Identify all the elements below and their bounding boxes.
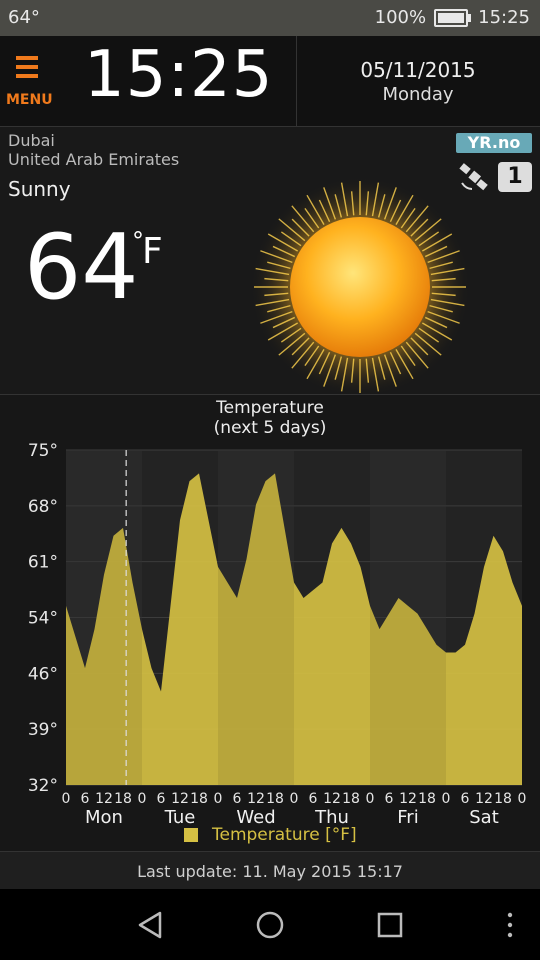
- recents-icon[interactable]: [370, 905, 410, 945]
- x-hour-label: 12: [171, 791, 189, 807]
- current-weekday: Monday: [382, 84, 454, 105]
- chart-subtitle: (next 5 days): [213, 418, 327, 438]
- country-name: United Arab Emirates: [8, 150, 180, 169]
- x-hour-label: 18: [190, 791, 208, 807]
- status-bar: 64° 100% 15:25: [0, 0, 540, 36]
- y-tick-label: 32°: [28, 776, 58, 796]
- battery-fill: [438, 12, 465, 23]
- day-shade: [218, 450, 294, 785]
- x-hour-label: 18: [494, 791, 512, 807]
- day-shade: [370, 450, 446, 785]
- menu-button[interactable]: MENU: [0, 36, 58, 126]
- x-hour-label: 0: [442, 791, 451, 807]
- x-hour-label: 6: [81, 791, 90, 807]
- digital-clock: 15:25: [84, 38, 274, 112]
- x-hour-label: 12: [323, 791, 341, 807]
- x-hour-label: 6: [461, 791, 470, 807]
- status-right-group: 100% 15:25: [375, 7, 530, 28]
- weather-condition: Sunny: [8, 177, 71, 201]
- y-tick-label: 54°: [28, 609, 58, 629]
- back-icon[interactable]: [130, 905, 170, 945]
- legend-label: Temperature [°F]: [212, 825, 357, 845]
- battery-percent: 100%: [374, 7, 427, 28]
- last-update-text: Last update: 11. May 2015 15:17: [137, 862, 403, 881]
- satellite-icon: [459, 163, 488, 191]
- x-hour-label: 12: [95, 791, 113, 807]
- system-navigation-bar: [0, 889, 540, 960]
- y-tick-label: 46°: [28, 664, 58, 684]
- yr-provider-logo[interactable]: YR.no: [456, 133, 532, 153]
- x-hour-label: 18: [342, 791, 360, 807]
- day-label: Fri: [397, 807, 418, 828]
- current-temperature: 64: [24, 215, 139, 320]
- x-hour-label: 0: [138, 791, 147, 807]
- x-hour-label: 6: [233, 791, 242, 807]
- x-hour-label: 18: [114, 791, 132, 807]
- y-tick-label: 68°: [28, 497, 58, 517]
- x-hour-label: 0: [366, 791, 375, 807]
- sun-icon: [250, 177, 470, 397]
- hamburger-icon: [16, 56, 38, 83]
- x-hour-label: 12: [399, 791, 417, 807]
- current-conditions-panel[interactable]: Dubai United Arab Emirates Sunny 64 ° F …: [0, 127, 540, 397]
- temperature-chart-panel[interactable]: 75° 68° 61° 54° 46° 39° 32° 0 6 12 18 0 6 12 18 0 6 12 18 0…: [0, 395, 540, 851]
- chart-title-block: Temperature (next 5 days): [0, 398, 540, 438]
- day-label: Tue: [164, 807, 196, 828]
- x-hour-label: 6: [309, 791, 318, 807]
- top-bar: MENU 15:25 05/11/2015 Monday: [0, 36, 540, 127]
- x-hour-label: 18: [418, 791, 436, 807]
- y-tick-label: 75°: [28, 441, 58, 461]
- x-hour-label: 12: [475, 791, 493, 807]
- last-update-bar: Last update: 11. May 2015 15:17: [0, 851, 540, 890]
- x-hour-label: 0: [214, 791, 223, 807]
- x-hour-label: 12: [247, 791, 265, 807]
- x-hour-label: 0: [518, 791, 527, 807]
- x-hour-label: 6: [385, 791, 394, 807]
- battery-icon: [434, 8, 472, 27]
- x-hour-label: 18: [266, 791, 284, 807]
- y-tick-label: 61°: [28, 553, 58, 573]
- divider: [296, 36, 297, 126]
- legend-swatch: [184, 828, 198, 842]
- current-date: 05/11/2015: [360, 58, 476, 82]
- temperature-unit: F: [142, 231, 163, 272]
- home-icon[interactable]: [250, 905, 290, 945]
- day-label: Mon: [85, 807, 123, 828]
- x-hour-label: 6: [157, 791, 166, 807]
- y-tick-label: 39°: [28, 720, 58, 740]
- x-hour-label: 0: [290, 791, 299, 807]
- status-temperature: 64°: [8, 7, 40, 28]
- status-time: 15:25: [478, 7, 530, 28]
- temperature-chart: 75°68°61°54°46°39°32°0 6 12 18 0 6 12 18 0 6 12 18 0…: [28, 441, 527, 828]
- city-name: Dubai: [8, 131, 55, 150]
- chart-title: Temperature: [216, 398, 324, 418]
- day-shade: [66, 450, 142, 785]
- more-icon[interactable]: [494, 905, 534, 945]
- menu-label: MENU: [6, 92, 53, 108]
- day-label: Sat: [469, 807, 499, 828]
- source-count-badge: 1: [498, 162, 532, 192]
- x-hour-label: 0: [62, 791, 71, 807]
